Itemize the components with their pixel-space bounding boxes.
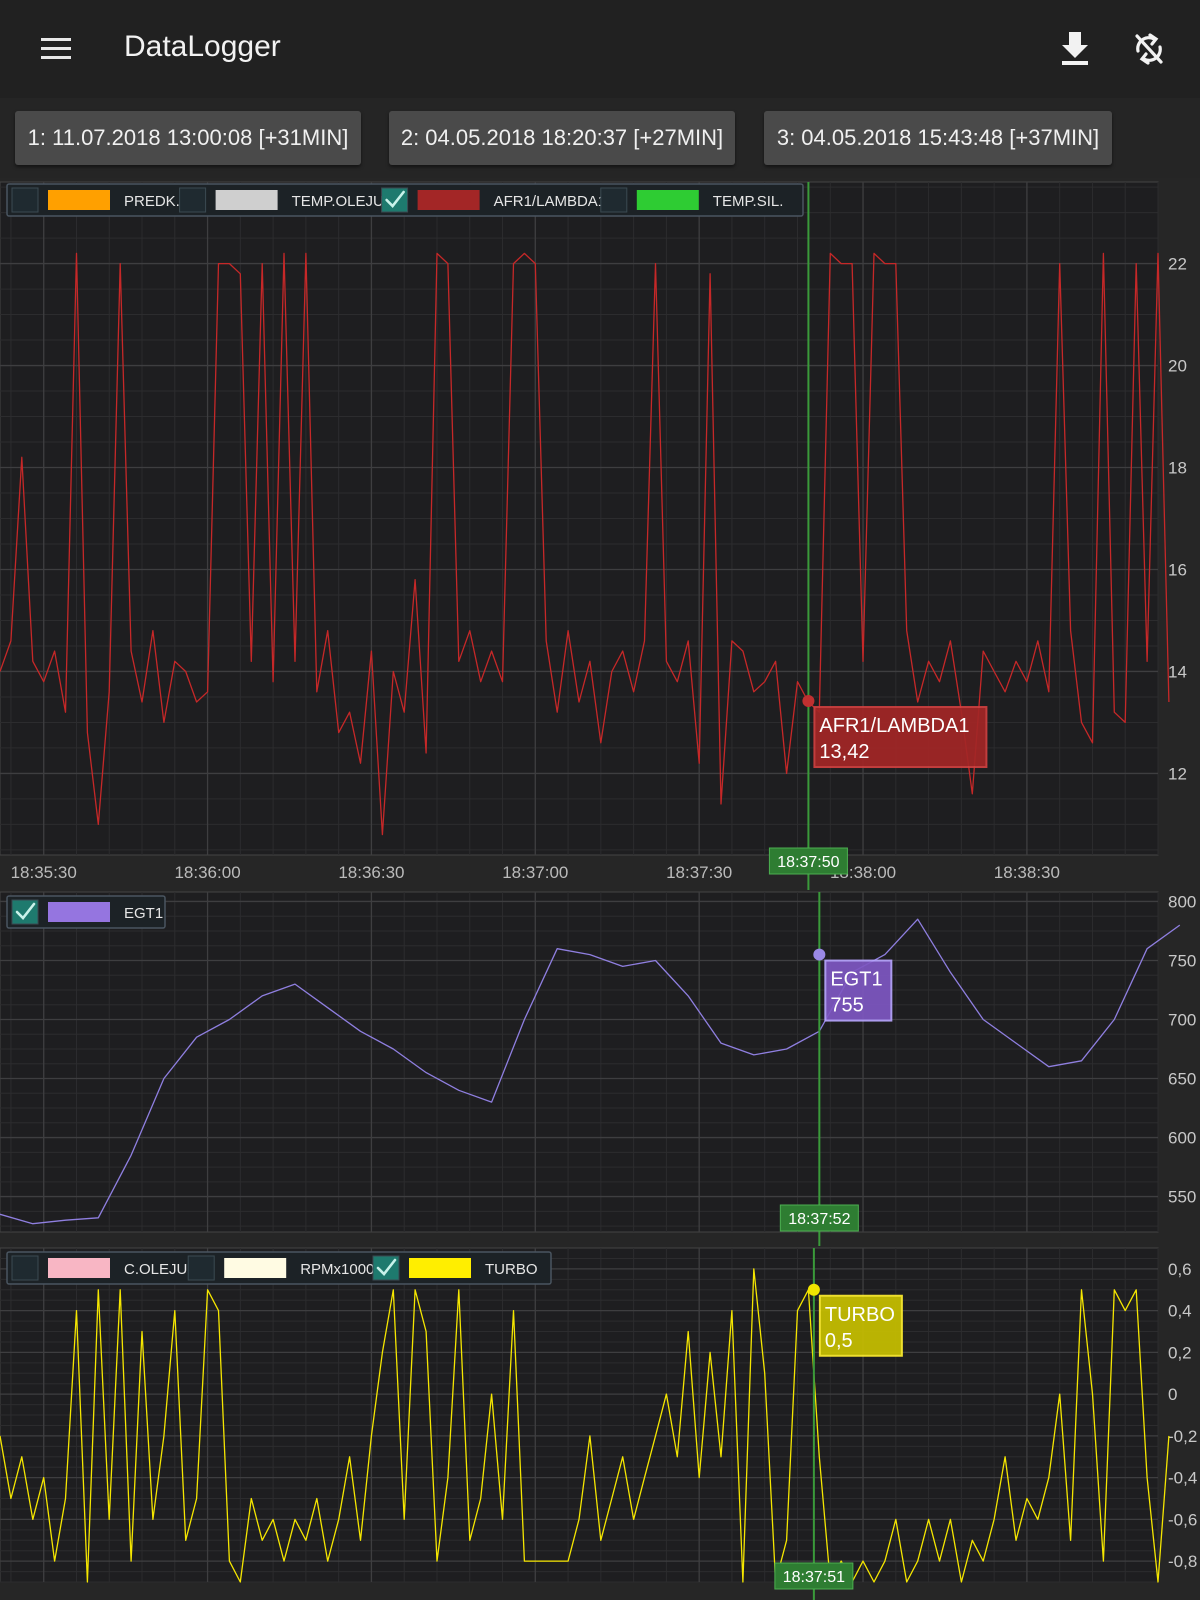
y-tick-label: 550 (1168, 1188, 1196, 1207)
legend-swatch-turbo (409, 1258, 471, 1278)
x-tick-label: 18:37:00 (502, 863, 568, 882)
value-tooltip: EGT1 755 (824, 959, 893, 1022)
afr-chart[interactable]: 12 14 16 18 20 22 18:35:30 18:36:00 18:36:30 18:3… (0, 178, 1200, 890)
cursor-point (813, 948, 826, 961)
x-tick-label: 18:35:30 (11, 863, 77, 882)
legend-label-afr1-lambda1: AFR1/LAMBDA1 (494, 193, 607, 210)
x-tick-label: 18:37:30 (666, 863, 732, 882)
y-tick-label: 600 (1168, 1129, 1196, 1148)
value-tooltip: AFR1/LAMBDA1 13,42 (813, 706, 988, 769)
legend: EGT1 (6, 895, 166, 929)
cursor-time-text: 18:37:50 (777, 854, 839, 871)
y-tick-label: 0,4 (1168, 1302, 1192, 1321)
legend-swatch-predk (48, 190, 110, 210)
y-tick-label: 0,6 (1168, 1260, 1192, 1279)
sync-disabled-icon[interactable] (1126, 26, 1172, 72)
legend-label-c-oleju: C.OLEJU (124, 1261, 187, 1278)
legend-label-egt1: EGT1 (124, 905, 163, 922)
y-tick-label: 20 (1168, 357, 1187, 376)
x-tick-label: 18:36:00 (174, 863, 240, 882)
legend-swatch-temp-sil (636, 190, 699, 210)
legend-swatch-temp-oleju (215, 190, 278, 210)
y-tick-label: 800 (1168, 892, 1196, 911)
y-tick-label: -0,6 (1168, 1510, 1197, 1529)
cursor-time-text: 18:37:51 (783, 1569, 845, 1586)
app-title: DataLogger (124, 30, 281, 63)
cursor-time-label: 18:37:50 (768, 847, 848, 875)
legend-label-turbo: TURBO (485, 1261, 538, 1278)
cursor-point (807, 1283, 820, 1296)
legend-swatch-afr1-lambda1 (417, 190, 480, 210)
y-tick-label: -0,4 (1168, 1469, 1197, 1488)
turbo-chart[interactable]: -0,8 -0,6 -0,4 -0,2 0 0,2 0,4 0,6 TURBO 0,5 18:37:… (0, 1246, 1200, 1600)
tooltip-value: 755 (830, 995, 863, 1017)
y-tick-label: 18 (1168, 459, 1187, 478)
y-tick-label: 650 (1168, 1070, 1196, 1089)
legend-checkbox-rpmx1000[interactable] (187, 1255, 215, 1281)
tooltip-series-name: AFR1/LAMBDA1 (819, 715, 969, 737)
tooltip-series-name: TURBO (825, 1304, 895, 1326)
session-bar: 1: 11.07.2018 13:00:08 [+31MIN] 2: 04.05… (0, 98, 1200, 178)
y-tick-label: 14 (1168, 662, 1187, 681)
y-tick-label: 22 (1168, 255, 1187, 274)
y-tick-label: 0,2 (1168, 1343, 1192, 1362)
y-tick-label: -0,8 (1168, 1552, 1197, 1571)
session-button-1[interactable]: 1: 11.07.2018 13:00:08 [+31MIN] (15, 111, 361, 165)
legend-label-predk: PREDK. (124, 193, 180, 210)
menu-icon[interactable] (34, 26, 78, 70)
legend-swatch-rpmx1000 (224, 1258, 287, 1278)
legend-checkbox-temp-oleju[interactable] (179, 187, 207, 213)
plot-area (0, 891, 1159, 1233)
session-button-2[interactable]: 2: 04.05.2018 18:20:37 [+27MIN] (389, 111, 735, 165)
legend-checkbox-temp-sil[interactable] (600, 187, 628, 213)
y-tick-label: 750 (1168, 951, 1196, 970)
cursor-time-label: 18:37:52 (779, 1204, 859, 1232)
legend-label-temp-sil: TEMP.SIL. (713, 193, 784, 210)
y-tick-label: 16 (1168, 560, 1187, 579)
legend-checkbox-predk[interactable] (11, 187, 39, 213)
legend-label-temp-oleju: TEMP.OLEJU (292, 193, 384, 210)
cursor-time-text: 18:37:52 (788, 1211, 850, 1228)
egt-chart[interactable]: 550 600 650 700 750 800 EGT1 755 18:37:52 EGT1 (0, 890, 1200, 1246)
y-tick-label: 700 (1168, 1011, 1196, 1030)
cursor-point (802, 695, 815, 708)
y-tick-label: 0 (1168, 1385, 1177, 1404)
y-tick-label: 12 (1168, 764, 1187, 783)
download-icon[interactable] (1052, 26, 1098, 72)
legend-swatch-c-oleju (48, 1258, 110, 1278)
legend: PREDK. TEMP.OLEJU AFR1/LAMBDA1 TEMP.SIL. (6, 183, 804, 217)
legend-swatch-egt1 (48, 902, 110, 922)
legend: C.OLEJU RPMx1000 TURBO (6, 1251, 552, 1285)
tooltip-value: 13,42 (819, 741, 869, 763)
x-tick-label: 18:36:30 (338, 863, 404, 882)
app-bar: DataLogger (0, 0, 1200, 98)
tooltip-value: 0,5 (825, 1330, 853, 1352)
legend-label-rpmx1000: RPMx1000 (300, 1261, 374, 1278)
value-tooltip: TURBO 0,5 (818, 1294, 903, 1357)
session-button-3[interactable]: 3: 04.05.2018 15:43:48 [+37MIN] (764, 111, 1112, 165)
cursor-time-label: 18:37:51 (774, 1562, 854, 1590)
tooltip-series-name: EGT1 (830, 969, 882, 991)
x-tick-label: 18:38:30 (994, 863, 1060, 882)
legend-checkbox-c-oleju[interactable] (11, 1255, 39, 1281)
y-tick-label: -0,2 (1168, 1427, 1197, 1446)
